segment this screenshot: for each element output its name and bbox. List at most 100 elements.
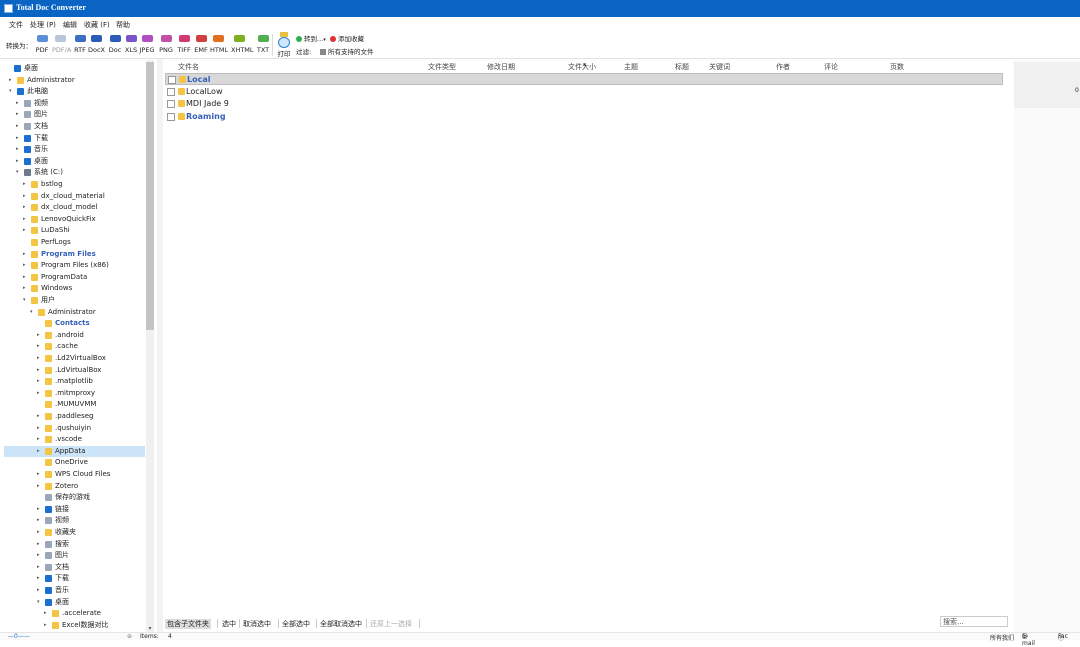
tree-item[interactable]: ▸ 收藏夹 <box>4 527 145 538</box>
panel-splitter[interactable] <box>157 59 163 633</box>
tree-item[interactable]: ▸ Windows <box>4 283 145 294</box>
check-all-button[interactable]: 全部选中 <box>282 619 310 629</box>
expand-icon[interactable]: ▸ <box>23 179 26 190</box>
expand-icon[interactable]: ▸ <box>37 365 40 376</box>
tree-item[interactable]: ▸ 视频 <box>4 515 145 526</box>
expand-icon[interactable]: ▸ <box>44 608 47 619</box>
column-pages[interactable]: 页数 <box>890 62 904 72</box>
expand-icon[interactable]: ▸ <box>16 144 19 155</box>
tree-item[interactable]: ▸ 文档 <box>4 121 145 132</box>
tree-item[interactable]: 桌面 <box>4 63 145 74</box>
add-favorite-button[interactable]: 添加收藏 <box>330 33 364 43</box>
tree-item[interactable]: ▸ Administrator <box>4 75 145 86</box>
tree-item[interactable]: ▸ .matplotlib <box>4 376 145 387</box>
tree-item[interactable]: OneDrive <box>4 457 145 468</box>
expand-icon[interactable]: ▸ <box>37 330 40 341</box>
tree-item[interactable]: ▸ .LdVirtualBox <box>4 365 145 376</box>
format-button-png[interactable]: PNG <box>158 35 174 57</box>
expand-icon[interactable]: ▸ <box>37 504 40 515</box>
tree-item[interactable]: ▸ 视频 <box>4 98 145 109</box>
tree-item[interactable]: .MUMUVMM <box>4 399 145 410</box>
tree-item[interactable]: ▸ Program Files (x86) <box>4 260 145 271</box>
tree-item[interactable]: ▸ WPS Cloud Files <box>4 469 145 480</box>
format-button-jpeg[interactable]: JPEG <box>139 35 155 57</box>
filter-select[interactable]: 所有支持的文件 <box>320 46 374 56</box>
tree-item[interactable]: ▸ .paddleseg <box>4 411 145 422</box>
format-button-txt[interactable]: TXT <box>255 35 271 57</box>
tree-item[interactable]: 保存的游戏 <box>4 492 145 503</box>
expand-icon[interactable]: ▸ <box>37 411 40 422</box>
expand-icon[interactable]: ▸ <box>37 481 40 492</box>
format-button-emf[interactable]: EMF <box>193 35 209 57</box>
tree-item[interactable]: ▸ LuDaShi <box>4 225 145 236</box>
uncheck-button[interactable]: 取消选中 <box>243 619 271 629</box>
expand-icon[interactable]: ▸ <box>16 98 19 109</box>
collapse-icon[interactable]: ▾ <box>30 307 33 318</box>
tree-item[interactable]: ▸ 桌面 <box>4 156 145 167</box>
tree-item[interactable]: ▸ .accelerate <box>4 608 145 619</box>
tree-item[interactable]: PerfLogs <box>4 237 145 248</box>
format-button-tiff[interactable]: TIFF <box>176 35 192 57</box>
tree-item[interactable]: ▾ 此电脑 <box>4 86 145 97</box>
menu-file[interactable]: 文件 <box>9 20 23 30</box>
file-row[interactable]: LocalLow <box>165 86 1003 98</box>
format-button-docx[interactable]: DocX <box>88 35 105 57</box>
column-author[interactable]: 作者 <box>776 62 790 72</box>
column-comments[interactable]: 评论 <box>824 62 838 72</box>
format-button-xhtml[interactable]: XHTML <box>231 35 254 57</box>
file-row[interactable]: Local <box>165 73 1003 85</box>
tree-item[interactable]: ▸ .cache <box>4 341 145 352</box>
expand-icon[interactable]: ▸ <box>23 214 26 225</box>
tree-item[interactable]: ▸ 音乐 <box>4 585 145 596</box>
check-button[interactable]: 选中 <box>222 619 236 629</box>
expand-icon[interactable]: ▸ <box>37 573 40 584</box>
row-checkbox[interactable] <box>167 112 175 121</box>
include-subfolders-button[interactable]: 包含子文件夹 <box>165 619 211 629</box>
expand-icon[interactable]: ▸ <box>23 260 26 271</box>
tree-item[interactable]: ▸ .mitmproxy <box>4 388 145 399</box>
expand-icon[interactable]: ▸ <box>37 376 40 387</box>
tree-item[interactable]: ▸ 音乐 <box>4 144 145 155</box>
expand-icon[interactable]: ▸ <box>23 225 26 236</box>
expand-icon[interactable]: ▸ <box>16 109 19 120</box>
expand-icon[interactable]: ▸ <box>37 434 40 445</box>
tree-item[interactable]: ▸ .Ld2VirtualBox <box>4 353 145 364</box>
tree-item[interactable]: ▸ 图片 <box>4 550 145 561</box>
tree-item[interactable]: ▾ Administrator <box>4 307 145 318</box>
expand-icon[interactable]: ▸ <box>16 156 19 167</box>
tree-item[interactable]: ▸ dx_cloud_material <box>4 191 145 202</box>
menu-edit[interactable]: 编辑 <box>63 20 77 30</box>
expand-icon[interactable]: ▸ <box>23 283 26 294</box>
column-keywords[interactable]: 关键词 <box>709 62 730 72</box>
expand-icon[interactable]: ▸ <box>23 202 26 213</box>
tree-item[interactable]: ▸ 链接 <box>4 504 145 515</box>
expand-icon[interactable]: ▸ <box>37 423 40 434</box>
scroll-down-icon[interactable]: ▾ <box>146 625 154 632</box>
expand-icon[interactable]: ▸ <box>23 272 26 283</box>
tree-item[interactable]: Contacts <box>4 318 145 329</box>
expand-icon[interactable]: ▸ <box>37 353 40 364</box>
tree-scrollbar[interactable]: ▾ <box>146 60 154 632</box>
expand-icon[interactable]: ▸ <box>37 515 40 526</box>
tree-item[interactable]: ▾ 系统 (C:) <box>4 167 145 178</box>
format-button-doc[interactable]: Doc <box>107 35 123 57</box>
expand-icon[interactable]: ▸ <box>37 469 40 480</box>
goto-button[interactable]: 转到...▾ <box>296 33 326 43</box>
collapse-icon[interactable]: ▾ <box>37 597 40 608</box>
tree-item[interactable]: ▸ Zotero <box>4 481 145 492</box>
expand-icon[interactable]: ▸ <box>23 249 26 260</box>
tree-item[interactable]: ▸ .vscode <box>4 434 145 445</box>
tree-item[interactable]: ▸ ProgramData <box>4 272 145 283</box>
column-title[interactable]: 标题 <box>675 62 689 72</box>
tree-item[interactable]: ▾ 用户 <box>4 295 145 306</box>
expand-icon[interactable]: ▸ <box>37 585 40 596</box>
format-button-xls[interactable]: XLS <box>123 35 139 57</box>
expand-icon[interactable]: ▸ <box>37 388 40 399</box>
tree-item[interactable]: ▸ 图片 <box>4 109 145 120</box>
tree-item[interactable]: ▾ 桌面 <box>4 597 145 608</box>
tree-item[interactable]: ▸ AppData <box>4 445 145 457</box>
collapse-icon[interactable]: ▾ <box>9 86 12 97</box>
collapse-icon[interactable]: ▾ <box>23 295 26 306</box>
column-type[interactable]: 文件类型 <box>428 62 456 72</box>
tree-item[interactable]: ▸ 下载 <box>4 133 145 144</box>
